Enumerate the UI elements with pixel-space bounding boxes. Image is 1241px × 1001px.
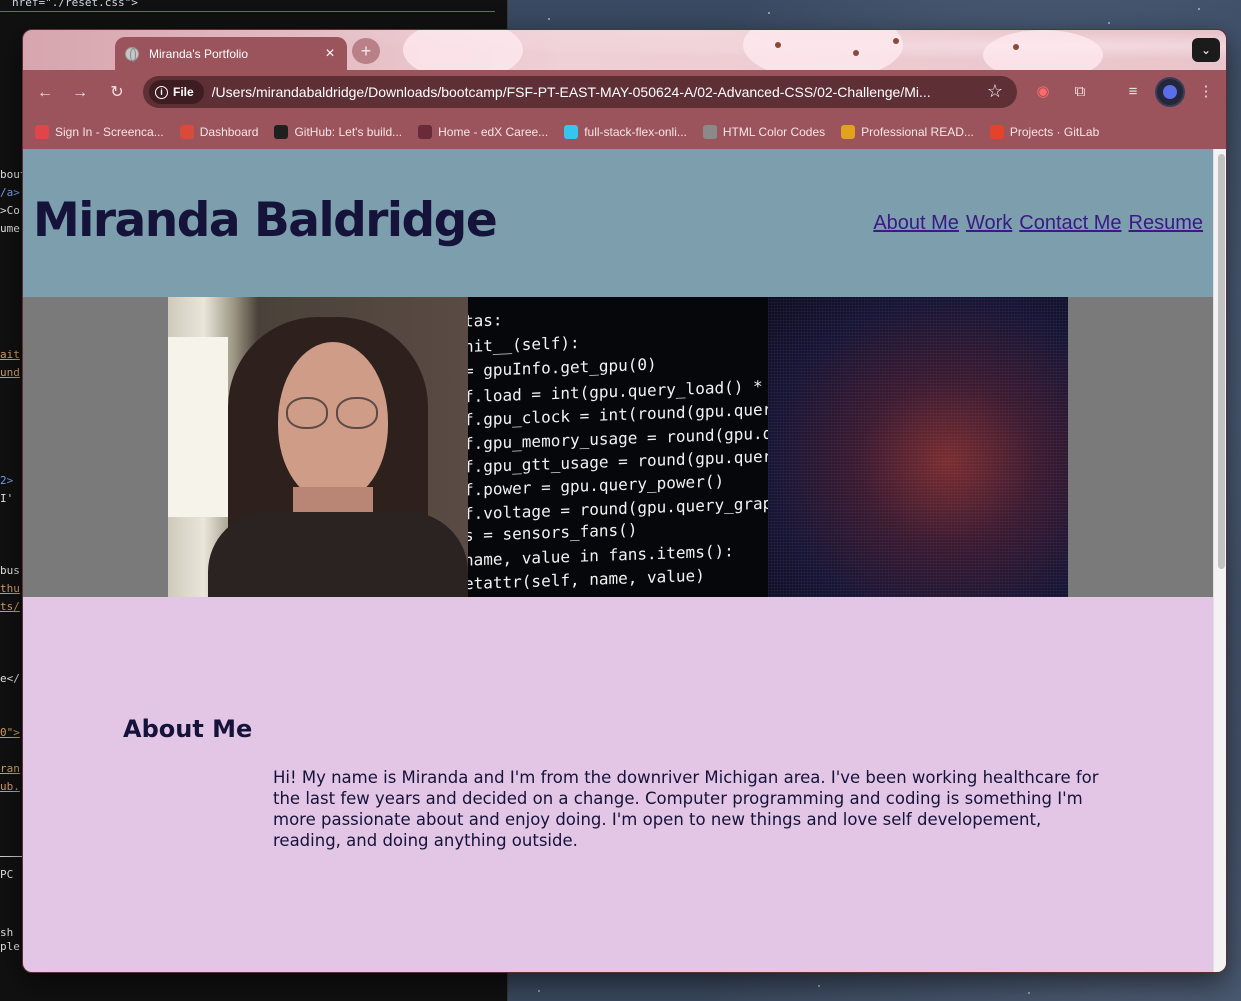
terminal-top-line: href="./reset.css"> — [0, 0, 495, 12]
terminal-line: ple — [0, 940, 20, 953]
profile-avatar[interactable] — [1155, 77, 1185, 107]
terminal-line: ume — [0, 222, 20, 235]
code-line: etattr(self, name, value) — [468, 565, 705, 593]
nav-link-work[interactable]: Work — [966, 212, 1012, 235]
nav-link-resume[interactable]: Resume — [1129, 212, 1203, 235]
terminal-line: e</ — [0, 672, 20, 685]
code-line: f.power = gpu.query_power() — [468, 470, 725, 500]
portrait-photo — [168, 297, 468, 597]
site-nav: About Me Work Contact Me Resume — [873, 212, 1203, 235]
bookmark-item[interactable]: Dashboard — [179, 125, 259, 139]
terminal-line: thu — [0, 582, 20, 595]
terminal-line: PC — [0, 868, 14, 881]
nav-link-contact-me[interactable]: Contact Me — [1019, 212, 1121, 235]
bookmark-label: Dashboard — [199, 125, 259, 139]
browser-toolbar: ← → ↻ i File /Users/mirandabaldridge/Dow… — [23, 70, 1226, 115]
terminal-line: sh — [0, 926, 14, 939]
terminal-line: ran — [0, 762, 20, 775]
tab-strip: Miranda's Portfolio × + ⌄ — [23, 30, 1226, 80]
address-bar[interactable]: i File /Users/mirandabaldridge/Downloads… — [143, 76, 1017, 108]
bookmark-star-icon[interactable]: ☆ — [987, 81, 1003, 102]
bookmark-favicon-icon — [418, 125, 433, 139]
back-icon[interactable]: ← — [34, 82, 56, 104]
abstract-photo — [768, 297, 1068, 597]
terminal-line: /a> — [0, 186, 20, 199]
bookmark-favicon-icon — [989, 125, 1004, 139]
bookmark-favicon-icon — [35, 125, 49, 139]
code-line: s = sensors_fans() — [468, 519, 638, 545]
bookmark-favicon-icon — [179, 125, 194, 139]
bookmark-item[interactable]: Professional READ... — [841, 125, 974, 139]
code-photo: tas: nit__(self): = gpuInfo.get_gpu(0) f.lo… — [468, 297, 768, 597]
screencast-icon[interactable]: ◉ — [1032, 81, 1054, 103]
code-line: f.voltage = round(gpu.query_grap — [468, 493, 768, 524]
bookmark-favicon-icon — [274, 125, 289, 139]
site-header: Miranda Baldridge About Me Work Contact … — [23, 149, 1213, 297]
terminal-line: 2> — [0, 474, 14, 487]
terminal-line: und — [0, 366, 20, 379]
bookmark-item[interactable]: GitHub: Let's build... — [274, 125, 402, 139]
reload-icon[interactable]: ↻ — [106, 82, 128, 104]
about-heading: About Me — [123, 715, 253, 743]
bookmark-label: Projects · GitLab — [1009, 125, 1100, 139]
terminal-line: >Co — [0, 204, 20, 217]
terminal-line: 0"> — [0, 726, 20, 739]
new-tab-button[interactable]: + — [352, 38, 380, 64]
browser-window: Miranda's Portfolio × + ⌄ ← → ↻ i File /… — [22, 29, 1227, 973]
bookmark-label: GitHub: Let's build... — [294, 125, 403, 139]
bookmark-item[interactable]: HTML Color Codes — [702, 125, 826, 139]
tab-title: Miranda's Portfolio — [149, 46, 248, 61]
site-info-label: File — [173, 85, 194, 99]
bookmark-favicon-icon — [564, 125, 579, 139]
media-control-icon[interactable]: ≡ — [1122, 81, 1144, 103]
url-text[interactable]: /Users/mirandabaldridge/Downloads/bootca… — [212, 84, 982, 100]
forward-icon[interactable]: → — [69, 82, 91, 104]
bookmark-label: HTML Color Codes — [722, 125, 826, 139]
info-icon: i — [155, 85, 168, 99]
bookmark-favicon-icon — [841, 125, 856, 139]
tab-search-button[interactable]: ⌄ — [1192, 38, 1220, 62]
bookmark-label: Home - edX Caree... — [438, 125, 549, 139]
page-viewport: Miranda Baldridge About Me Work Contact … — [23, 149, 1213, 972]
code-line: nit__(self): — [468, 332, 580, 356]
nav-link-about-me[interactable]: About Me — [873, 212, 959, 235]
globe-icon — [125, 46, 139, 62]
bookmark-item[interactable]: Home - edX Caree... — [418, 125, 548, 139]
terminal-line: ub. — [0, 780, 20, 793]
terminal-line: ts/ — [0, 600, 20, 613]
bookmark-label: Sign In - Screenca... — [55, 125, 164, 139]
terminal-line: I' — [0, 492, 14, 505]
tab-portfolio[interactable]: Miranda's Portfolio × — [115, 37, 347, 70]
page-scrollbar[interactable] — [1213, 149, 1226, 972]
bookmark-label: full-stack-flex-onli... — [584, 125, 687, 139]
bookmarks-bar: Sign In - Screenca... Dashboard GitHub: Le… — [23, 115, 1226, 149]
terminal-snippet: href="./reset.css"> — [12, 0, 138, 9]
site-title: Miranda Baldridge — [33, 193, 498, 248]
hero-banner: tas: nit__(self): = gpuInfo.get_gpu(0) f.lo… — [23, 297, 1213, 597]
bookmark-label: Professional READ... — [861, 125, 974, 139]
bookmark-favicon-icon — [702, 125, 717, 139]
puzzle-icon[interactable]: ⧉ — [1069, 81, 1091, 103]
bookmark-item[interactable]: full-stack-flex-onli... — [564, 125, 687, 139]
site-info-chip[interactable]: i File — [149, 80, 204, 104]
terminal-line: ait — [0, 348, 20, 361]
kebab-menu-icon[interactable]: ⋮ — [1195, 81, 1217, 103]
code-line: tas: — [468, 310, 503, 331]
code-line: = gpuInfo.get_gpu(0) — [468, 354, 657, 381]
bookmark-item[interactable]: Sign In - Screenca... — [35, 125, 164, 139]
about-text: Hi! My name is Miranda and I'm from the … — [273, 768, 1099, 850]
terminal-line: bus — [0, 564, 20, 577]
bookmark-item[interactable]: Projects · GitLab — [989, 125, 1100, 139]
terminal-snippet-text: href="./reset.css"> — [12, 0, 138, 9]
scroll-thumb[interactable] — [1218, 154, 1225, 569]
close-icon[interactable]: × — [323, 45, 337, 62]
